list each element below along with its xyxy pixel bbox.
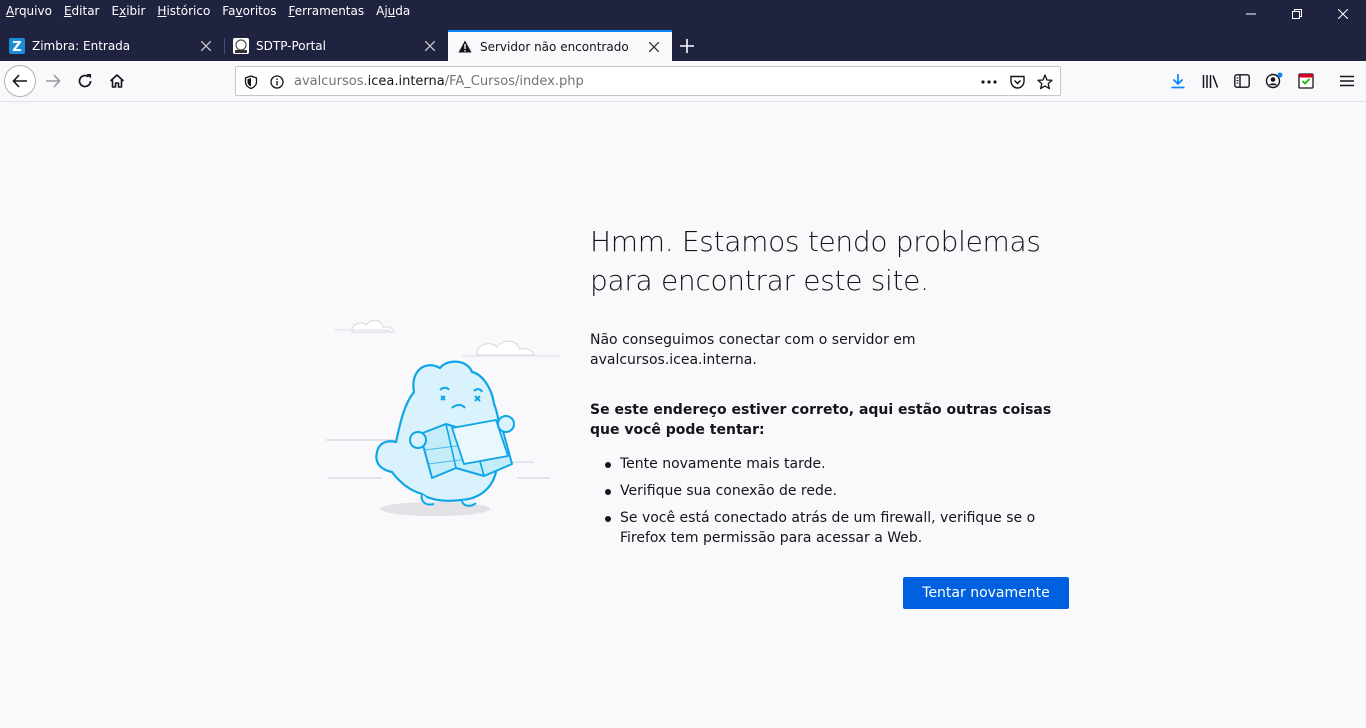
forward-arrow-icon xyxy=(46,74,61,88)
error-tips-list: Tente novamente mais tarde. Verifique su… xyxy=(590,454,1070,548)
menu-favoritos[interactable]: Favoritos xyxy=(216,0,282,22)
reload-button[interactable] xyxy=(69,65,101,97)
window-controls xyxy=(1228,0,1366,28)
home-icon xyxy=(109,74,125,88)
extension-icon[interactable] xyxy=(1297,72,1315,90)
back-button[interactable] xyxy=(4,65,36,97)
url-text[interactable]: avalcursos.icea.interna/FA_Cursos/index.… xyxy=(294,74,584,89)
tab-close-icon[interactable] xyxy=(198,38,214,54)
error-illustration xyxy=(322,312,562,522)
restore-icon xyxy=(1292,9,1302,19)
back-arrow-icon xyxy=(12,74,27,88)
tab-title: Zimbra: Entrada xyxy=(32,38,131,53)
library-icon[interactable] xyxy=(1201,72,1219,90)
list-item: Tente novamente mais tarde. xyxy=(590,454,1070,474)
minimize-icon xyxy=(1246,13,1256,15)
home-button[interactable] xyxy=(101,65,133,97)
pocket-icon[interactable] xyxy=(1008,73,1026,91)
zimbra-icon: Z xyxy=(9,37,25,54)
menu-arquivo[interactable]: Arquivo xyxy=(0,0,58,22)
error-description: Não conseguimos conectar com o servidor … xyxy=(590,332,916,368)
error-subheading: Se este endereço estiver correto, aqui e… xyxy=(590,402,1052,438)
tracking-shield-icon[interactable] xyxy=(242,73,260,91)
warning-icon xyxy=(457,39,473,55)
list-item: Se você está conectado atrás de um firew… xyxy=(590,508,1070,548)
menu-bar: Arquivo Editar Exibir Histórico Favorito… xyxy=(0,0,416,22)
tab-zimbra[interactable]: Z Zimbra: Entrada xyxy=(0,30,224,61)
error-content: Hmm. Estamos tendo problemas para encont… xyxy=(590,222,1070,555)
menu-hamburger-icon[interactable] xyxy=(1338,72,1356,90)
tab-strip: Z Zimbra: Entrada SDTP-Portal Servidor n… xyxy=(0,30,702,61)
navigation-toolbar: avalcursos.icea.interna/FA_Cursos/index.… xyxy=(0,61,1366,102)
new-tab-button[interactable] xyxy=(672,30,702,61)
list-item: Verifique sua conexão de rede. xyxy=(590,481,1070,501)
menu-ferramentas[interactable]: Ferramentas xyxy=(282,0,370,22)
close-window-button[interactable] xyxy=(1320,0,1366,28)
bookmark-star-icon[interactable] xyxy=(1036,73,1054,91)
sdtp-icon xyxy=(233,37,249,54)
tab-sdtp-portal[interactable]: SDTP-Portal xyxy=(224,30,448,61)
tab-title: SDTP-Portal xyxy=(256,38,326,53)
sidebar-icon[interactable] xyxy=(1233,72,1251,90)
reload-icon xyxy=(78,74,92,88)
svg-text:Z: Z xyxy=(12,40,21,54)
account-icon[interactable] xyxy=(1265,72,1283,90)
try-again-button[interactable]: Tentar novamente xyxy=(903,577,1069,609)
minimize-button[interactable] xyxy=(1228,0,1274,28)
error-title: Hmm. Estamos tendo problemas para encont… xyxy=(590,225,1041,297)
downloads-icon[interactable] xyxy=(1169,72,1187,90)
close-icon xyxy=(1338,9,1348,19)
plus-icon xyxy=(680,38,694,53)
title-bar: Arquivo Editar Exibir Histórico Favorito… xyxy=(0,0,1366,61)
tab-servidor-nao-encontrado[interactable]: Servidor não encontrado xyxy=(448,30,672,61)
menu-historico[interactable]: Histórico xyxy=(151,0,216,22)
menu-exibir[interactable]: Exibir xyxy=(106,0,152,22)
info-icon[interactable] xyxy=(268,73,286,91)
page-actions-icon[interactable] xyxy=(980,73,998,91)
tab-close-icon[interactable] xyxy=(422,38,438,54)
menu-editar[interactable]: Editar xyxy=(58,0,106,22)
tab-title: Servidor não encontrado xyxy=(480,39,629,54)
restore-button[interactable] xyxy=(1274,0,1320,28)
tab-close-icon[interactable] xyxy=(646,39,662,55)
menu-ajuda[interactable]: Ajuda xyxy=(370,0,416,22)
forward-button[interactable] xyxy=(37,65,69,97)
url-bar[interactable]: avalcursos.icea.interna/FA_Cursos/index.… xyxy=(235,66,1061,96)
